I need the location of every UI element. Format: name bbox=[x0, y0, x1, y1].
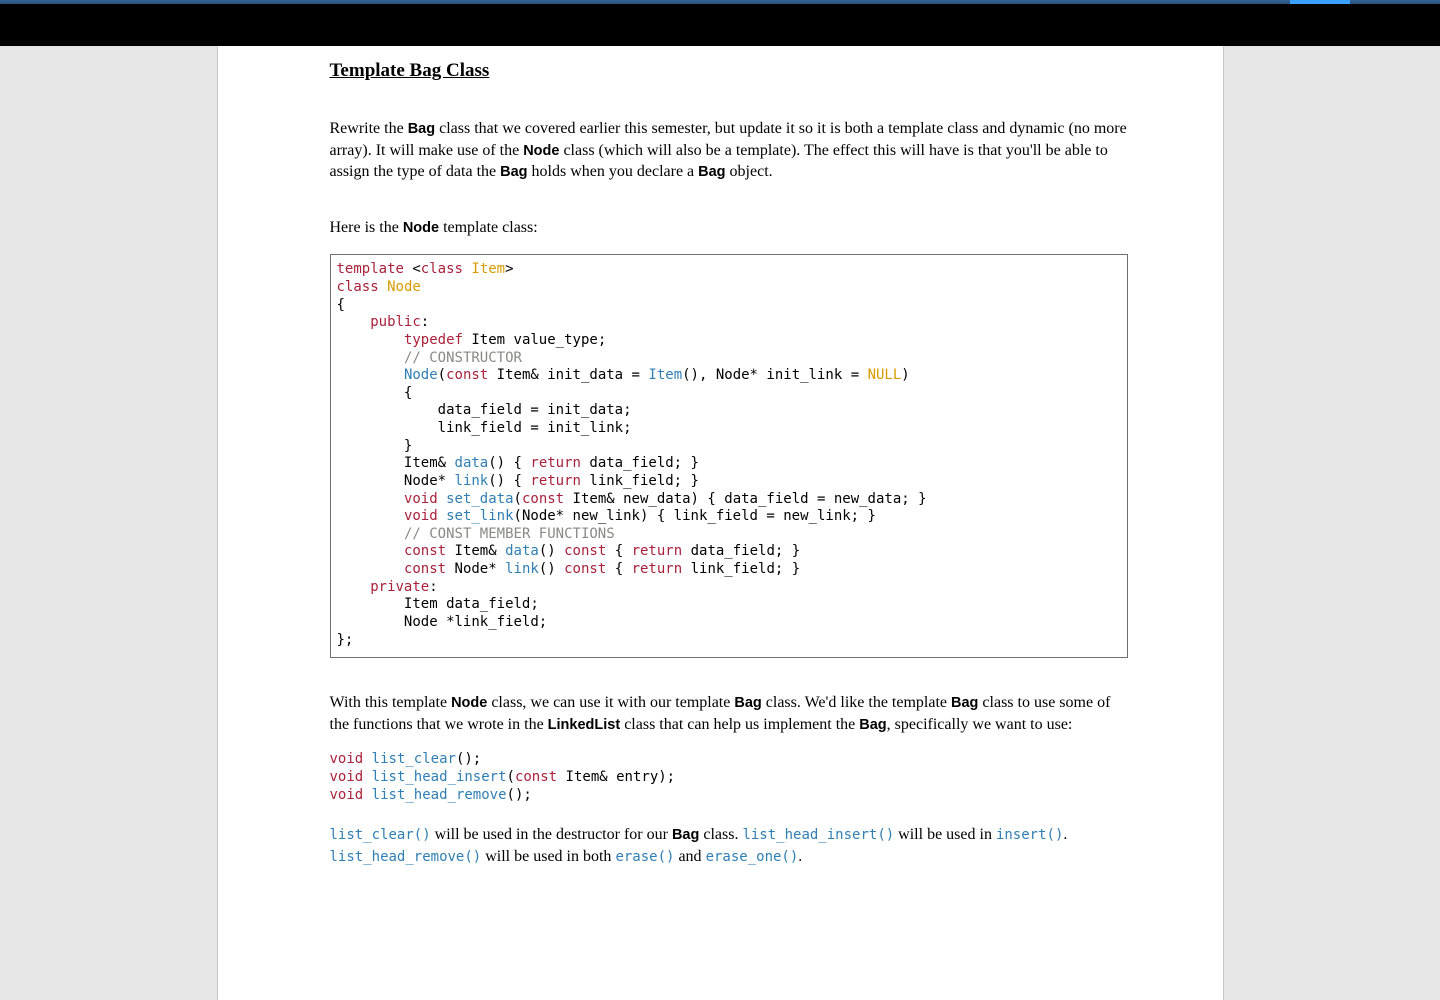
document-page: Template Bag Class Rewrite the Bag class… bbox=[217, 46, 1224, 1000]
bag-term: Bag bbox=[500, 164, 527, 180]
document-viewport: Template Bag Class Rewrite the Bag class… bbox=[0, 0, 1440, 1000]
window-chrome-bar bbox=[0, 0, 1440, 46]
bag-term: Bag bbox=[408, 121, 435, 137]
erase-ref: erase() bbox=[615, 849, 674, 865]
function-list-code: void list_clear(); void list_head_insert… bbox=[330, 751, 1128, 804]
function-usage-paragraph: list_clear() will be used in the destruc… bbox=[330, 824, 1128, 867]
list-clear-ref: list_clear() bbox=[330, 827, 431, 843]
intro-paragraph: Rewrite the Bag class that we covered ea… bbox=[330, 118, 1128, 183]
bag-term: Bag bbox=[859, 717, 886, 733]
post-code-paragraph: With this template Node class, we can us… bbox=[330, 692, 1128, 735]
list-head-remove-ref: list_head_remove() bbox=[330, 849, 482, 865]
bag-term: Bag bbox=[734, 695, 761, 711]
node-term: Node bbox=[523, 143, 559, 159]
bag-term: Bag bbox=[698, 164, 725, 180]
window-accent-strip bbox=[1290, 0, 1350, 4]
code-listing: template <class Item> class Node { publi… bbox=[337, 261, 1119, 649]
node-term: Node bbox=[451, 695, 487, 711]
linkedlist-term: LinkedList bbox=[548, 717, 621, 733]
function-list: void list_clear(); void list_head_insert… bbox=[330, 751, 1128, 804]
list-head-insert-ref: list_head_insert() bbox=[742, 827, 894, 843]
node-class-codebox: template <class Item> class Node { publi… bbox=[330, 254, 1128, 658]
erase-one-ref: erase_one() bbox=[706, 849, 799, 865]
node-term: Node bbox=[403, 220, 439, 236]
insert-ref: insert() bbox=[996, 827, 1063, 843]
node-intro-paragraph: Here is the Node template class: bbox=[330, 217, 1128, 239]
bag-term: Bag bbox=[672, 827, 699, 843]
bag-term: Bag bbox=[951, 695, 978, 711]
page-title: Template Bag Class bbox=[330, 60, 1128, 82]
